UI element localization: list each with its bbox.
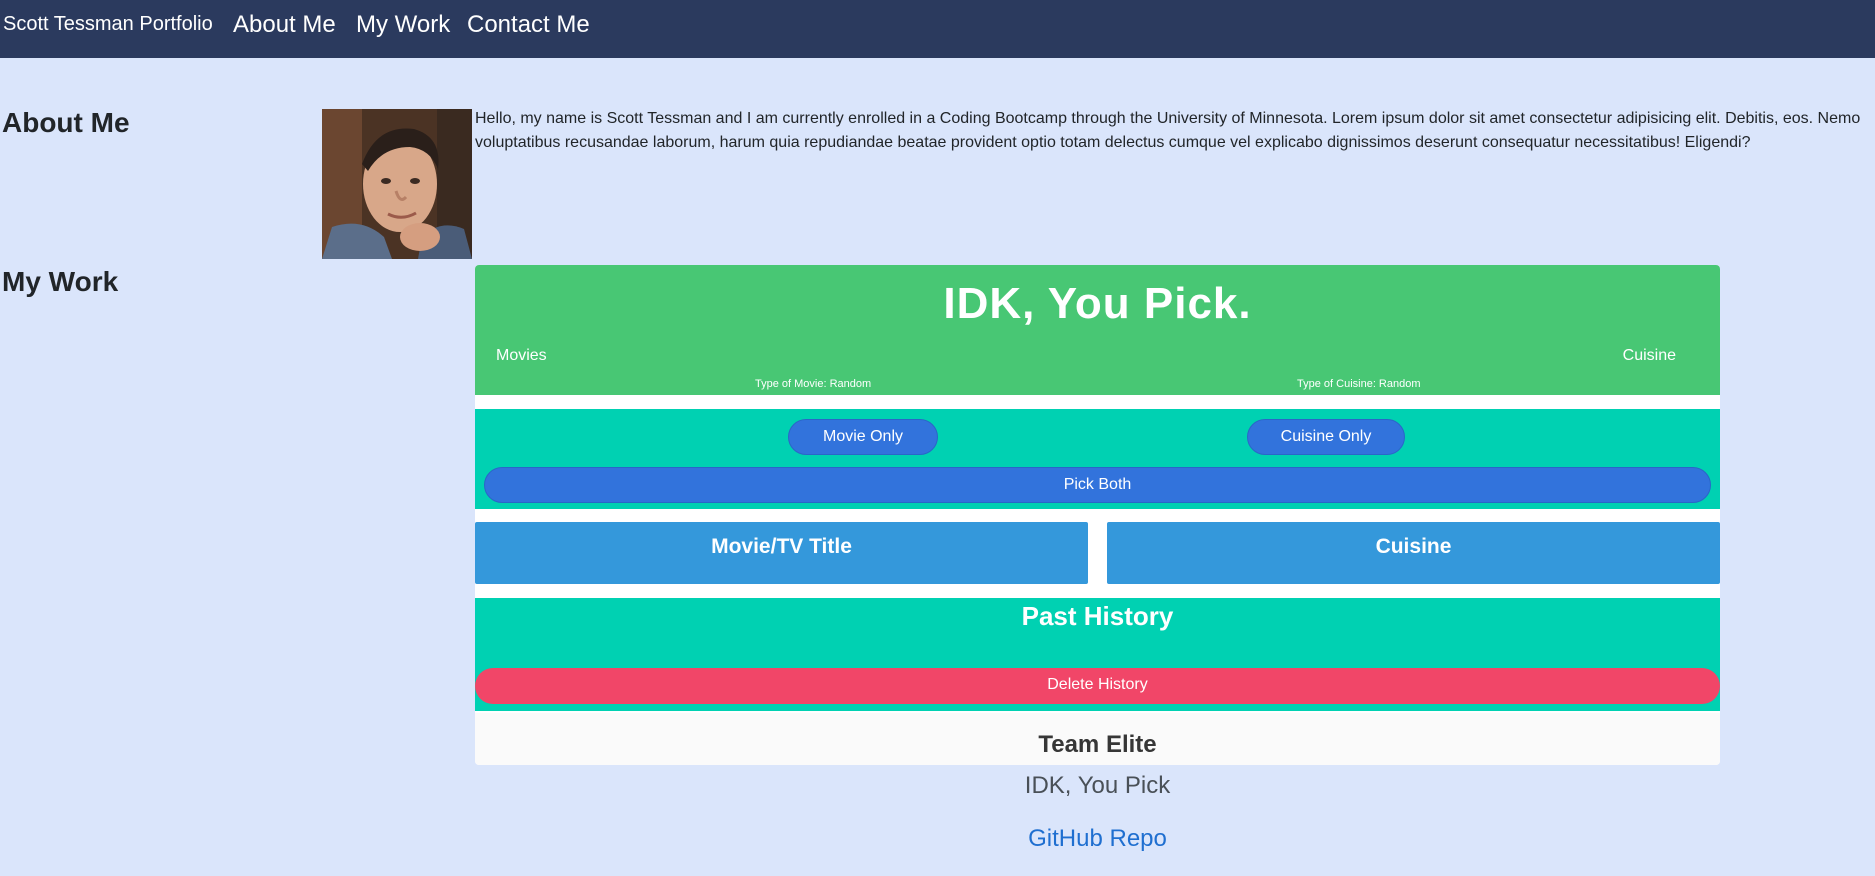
github-repo-link[interactable]: GitHub Repo	[475, 825, 1720, 853]
movie-result-box: Movie/TV Title	[475, 522, 1088, 584]
project-hero: IDK, You Pick. Movies Cuisine Type of Mo…	[475, 265, 1720, 395]
cuisine-result-box: Cuisine	[1107, 522, 1720, 584]
nav-link-about-me[interactable]: About Me	[233, 11, 336, 39]
cuisine-type-text: Type of Cuisine: Random	[1297, 378, 1421, 390]
project-caption: IDK, You Pick	[1024, 772, 1171, 799]
project-app-title: IDK, You Pick.	[943, 279, 1252, 328]
team-name: Team Elite	[1038, 731, 1157, 758]
navbar: Scott Tessman Portfolio About Me My Work…	[0, 0, 1875, 58]
pick-both-button[interactable]: Pick Both	[484, 467, 1711, 503]
past-history-heading: Past History	[1021, 601, 1174, 631]
project-buttons-band: Movie Only Cuisine Only Pick Both	[475, 409, 1720, 509]
nav-link-my-work[interactable]: My Work	[356, 11, 450, 39]
avatar	[322, 109, 472, 259]
cuisine-label: Cuisine	[1622, 347, 1676, 364]
about-me-text: Hello, my name is Scott Tessman and I am…	[475, 110, 1861, 151]
history-section: Past History Delete History	[475, 598, 1720, 711]
about-me-heading: About Me	[2, 107, 130, 138]
movies-label: Movies	[496, 347, 547, 364]
brand-title[interactable]: Scott Tessman Portfolio	[3, 13, 213, 36]
delete-history-button[interactable]: Delete History	[475, 668, 1720, 704]
cuisine-only-button[interactable]: Cuisine Only	[1247, 419, 1405, 455]
avatar-photo	[322, 109, 472, 259]
my-work-heading: My Work	[2, 266, 119, 297]
nav-link-contact-me[interactable]: Contact Me	[467, 11, 590, 39]
movie-type-text: Type of Movie: Random	[755, 378, 872, 390]
movie-only-button[interactable]: Movie Only	[788, 419, 938, 455]
project-footer: Team Elite	[475, 713, 1720, 765]
project-screenshot[interactable]: IDK, You Pick. Movies Cuisine Type of Mo…	[475, 265, 1720, 765]
